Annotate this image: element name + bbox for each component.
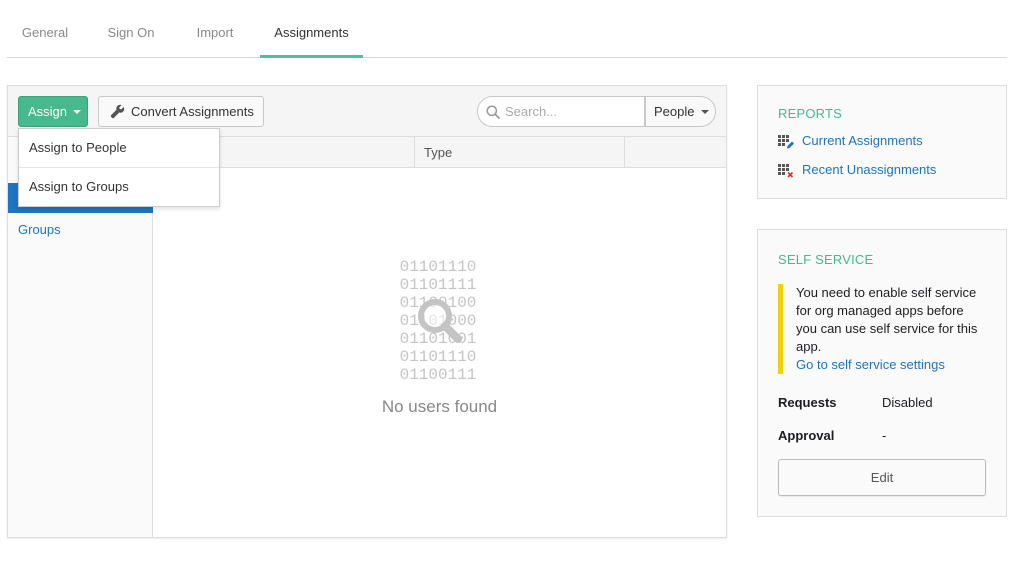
sidebar-item-groups[interactable]: Groups [18, 222, 61, 237]
self-service-notice: You need to enable self service for org … [778, 284, 986, 374]
binary-line: 01101110 [399, 348, 477, 366]
column-divider [624, 137, 625, 168]
requests-label: Requests [778, 395, 837, 410]
tab-general[interactable]: General [7, 0, 83, 58]
assign-button-label: Assign [28, 104, 68, 119]
self-service-title: SELF SERVICE [778, 252, 874, 267]
search-input[interactable] [505, 102, 635, 121]
search-icon [486, 105, 500, 119]
tab-sign-on[interactable]: Sign On [95, 0, 167, 58]
approval-label: Approval [778, 428, 835, 443]
menu-item-assign-to-groups[interactable]: Assign to Groups [19, 168, 219, 207]
requests-value: Disabled [882, 395, 933, 410]
reports-panel: REPORTS Current Assignments Recent Unass… [757, 85, 1007, 199]
binary-line: 01101110 [399, 258, 477, 276]
people-filter-value: People [654, 104, 695, 119]
caret-down-icon [73, 110, 81, 114]
tab-import[interactable]: Import [183, 0, 247, 58]
chevron-down-icon [701, 110, 709, 114]
binary-line: 01101111 [399, 276, 477, 294]
table-header: Type [153, 137, 726, 168]
reports-title: REPORTS [778, 106, 843, 121]
column-header-type[interactable]: Type [424, 145, 452, 160]
notice-text: You need to enable self service for org … [796, 285, 978, 354]
convert-assignments-label: Convert Assignments [131, 104, 254, 119]
grid-pencil-icon [778, 135, 794, 149]
tab-assignments[interactable]: Assignments [260, 0, 363, 58]
menu-item-assign-to-people[interactable]: Assign to People [19, 129, 219, 168]
app-tabs: General Sign On Import Assignments [7, 0, 1007, 58]
approval-value: - [882, 428, 887, 443]
search-box [477, 96, 645, 127]
self-service-panel: SELF SERVICE You need to enable self ser… [757, 229, 1007, 517]
assign-button[interactable]: Assign [18, 96, 88, 127]
convert-assignments-button[interactable]: Convert Assignments [98, 96, 264, 127]
empty-state-message: No users found [381, 397, 498, 416]
column-divider [414, 137, 415, 168]
magnifier-icon [418, 299, 462, 343]
people-filter-select[interactable]: People [645, 96, 716, 127]
binary-line: 01100111 [399, 366, 477, 384]
wrench-icon [110, 104, 125, 119]
self-service-settings-link[interactable]: Go to self service settings [796, 356, 986, 374]
grid-x-icon [778, 164, 794, 178]
assign-dropdown-menu: Assign to People Assign to Groups [18, 128, 220, 207]
edit-button[interactable]: Edit [778, 459, 986, 496]
current-assignments-link[interactable]: Current Assignments [802, 133, 923, 148]
recent-unassignments-link[interactable]: Recent Unassignments [802, 162, 936, 177]
